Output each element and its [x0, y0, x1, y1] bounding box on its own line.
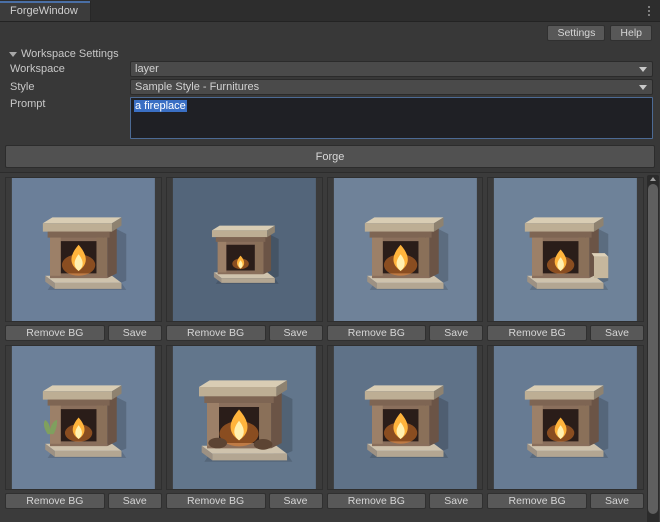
scrollbar-thumb[interactable] — [648, 184, 658, 514]
chevron-down-icon — [9, 51, 17, 57]
workspace-dropdown[interactable]: layer — [130, 61, 653, 77]
result-thumbnail[interactable] — [487, 345, 644, 490]
style-label: Style — [10, 81, 35, 93]
result-thumbnail[interactable] — [326, 177, 484, 322]
settings-button[interactable]: Settings — [547, 25, 606, 41]
result-actions: Remove BG Save — [165, 493, 323, 509]
result-thumbnail[interactable] — [165, 345, 323, 490]
save-button[interactable]: Save — [429, 325, 484, 341]
remove-bg-button[interactable]: Remove BG — [326, 325, 427, 341]
result-actions: Remove BG Save — [487, 325, 644, 341]
save-button[interactable]: Save — [268, 493, 323, 509]
result-actions: Remove BG Save — [5, 493, 162, 509]
remove-bg-button[interactable]: Remove BG — [487, 325, 587, 341]
prompt-field-row: Prompt a fireplace — [5, 97, 655, 139]
workspace-value: layer — [135, 63, 159, 75]
results-scrollbar[interactable] — [647, 175, 659, 522]
kebab-menu-icon[interactable] — [641, 1, 657, 21]
save-button[interactable]: Save — [107, 325, 162, 341]
remove-bg-button[interactable]: Remove BG — [165, 325, 266, 341]
tab-bar: ForgeWindow — [0, 0, 660, 22]
save-button[interactable]: Save — [590, 493, 644, 509]
result-thumbnail[interactable] — [5, 345, 162, 490]
remove-bg-button[interactable]: Remove BG — [5, 325, 105, 341]
remove-bg-button[interactable]: Remove BG — [326, 493, 427, 509]
prompt-value: a fireplace — [134, 100, 187, 112]
scroll-up-arrow-icon[interactable] — [650, 177, 656, 181]
kebab-dot — [648, 10, 650, 12]
result-actions: Remove BG Save — [5, 325, 162, 341]
forge-window: ForgeWindow Settings Help Workspace Sett… — [0, 0, 660, 522]
workspace-label: Workspace — [10, 63, 65, 75]
remove-bg-button[interactable]: Remove BG — [165, 493, 266, 509]
result-thumbnail[interactable] — [487, 177, 644, 322]
result-thumbnail[interactable] — [165, 177, 323, 322]
result-card: Remove BG Save — [5, 345, 162, 509]
save-button[interactable]: Save — [429, 493, 484, 509]
result-card: Remove BG Save — [487, 177, 644, 341]
result-actions: Remove BG Save — [487, 493, 644, 509]
tab-forgewindow[interactable]: ForgeWindow — [0, 1, 91, 21]
save-button[interactable]: Save — [107, 493, 162, 509]
remove-bg-button[interactable]: Remove BG — [5, 493, 105, 509]
result-card: Remove BG Save — [5, 177, 162, 341]
prompt-label: Prompt — [10, 98, 46, 110]
chevron-down-icon — [639, 84, 647, 90]
result-thumbnail[interactable] — [326, 345, 484, 490]
result-card: Remove BG Save — [165, 345, 323, 509]
window-toolbar: Settings Help — [0, 22, 660, 44]
results-panel: Remove BG Save Remove BG Save Remove BG … — [0, 172, 660, 522]
kebab-dot — [648, 6, 650, 8]
result-card: Remove BG Save — [326, 345, 484, 509]
result-actions: Remove BG Save — [165, 325, 323, 341]
style-dropdown[interactable]: Sample Style - Furnitures — [130, 79, 653, 95]
forge-button-container: Forge — [0, 141, 660, 172]
tab-label: ForgeWindow — [10, 4, 78, 17]
workspace-settings-label: Workspace Settings — [21, 47, 119, 60]
workspace-field-row: Workspace layer — [5, 61, 655, 77]
results-grid: Remove BG Save Remove BG Save Remove BG … — [0, 173, 660, 513]
workspace-settings-foldout[interactable]: Workspace Settings — [5, 46, 655, 61]
help-button[interactable]: Help — [610, 25, 652, 41]
result-thumbnail[interactable] — [5, 177, 162, 322]
result-actions: Remove BG Save — [326, 325, 484, 341]
forge-button[interactable]: Forge — [5, 145, 655, 168]
workspace-settings-section: Workspace Settings Workspace layer Style… — [0, 44, 660, 139]
save-button[interactable]: Save — [268, 325, 323, 341]
chevron-down-icon — [639, 66, 647, 72]
save-button[interactable]: Save — [590, 325, 644, 341]
remove-bg-button[interactable]: Remove BG — [487, 493, 587, 509]
result-card: Remove BG Save — [326, 177, 484, 341]
result-card: Remove BG Save — [487, 345, 644, 509]
style-value: Sample Style - Furnitures — [135, 81, 260, 93]
prompt-input[interactable]: a fireplace — [130, 97, 653, 139]
kebab-dot — [648, 14, 650, 16]
result-actions: Remove BG Save — [326, 493, 484, 509]
style-field-row: Style Sample Style - Furnitures — [5, 79, 655, 95]
result-card: Remove BG Save — [165, 177, 323, 341]
